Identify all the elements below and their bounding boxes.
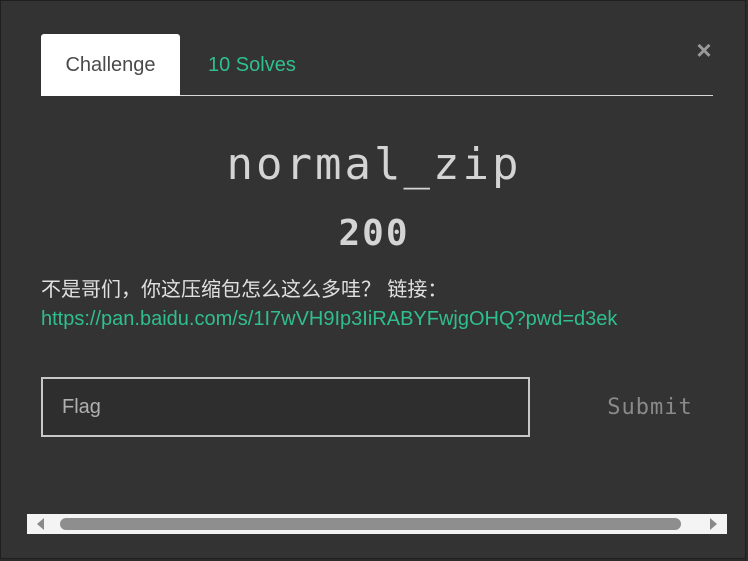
download-link[interactable]: https://pan.baidu.com/s/1I7wVH9Ip3IiRABY… [41, 305, 721, 333]
challenge-title: normal_zip [226, 139, 522, 190]
scrollbar-thumb[interactable] [60, 518, 681, 530]
submit-button[interactable]: Submit [587, 379, 713, 435]
scroll-right-arrow-icon[interactable] [703, 514, 723, 534]
tab-challenge[interactable]: Challenge [41, 34, 180, 96]
tab-bar: Challenge 10 Solves [41, 34, 713, 96]
scroll-left-arrow-icon[interactable] [31, 514, 51, 534]
challenge-modal: × Challenge 10 Solves normal_zip 200 不是哥… [0, 0, 746, 559]
flag-input[interactable] [41, 377, 530, 437]
challenge-description: 不是哥们，你这压缩包怎么这么多哇？ 链接： [41, 277, 448, 301]
horizontal-scrollbar[interactable] [27, 514, 727, 534]
tab-solves[interactable]: 10 Solves [207, 34, 297, 95]
challenge-points: 200 [338, 213, 410, 254]
